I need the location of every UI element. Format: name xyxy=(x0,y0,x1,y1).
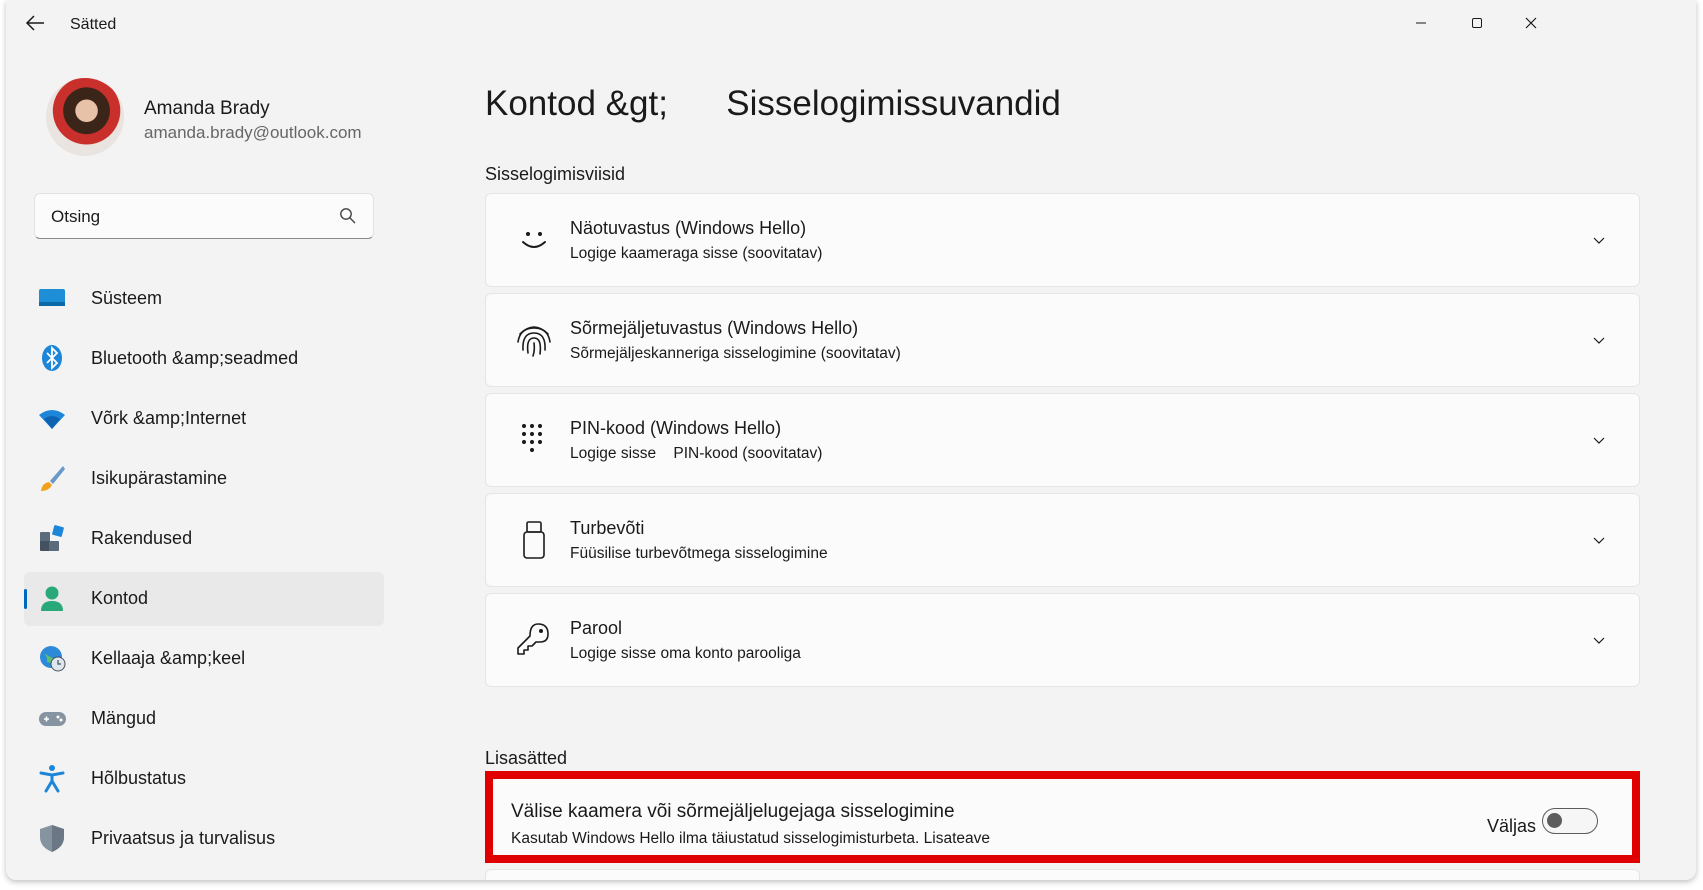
keypad-icon xyxy=(522,424,542,452)
user-name: Amanda Brady xyxy=(144,98,270,119)
method-title: Turbevõti xyxy=(570,518,645,538)
sidebar-item-label: Võrk &amp;Internet xyxy=(91,408,247,428)
method-subtitle: Füüsilise turbevõtmega sisselogimine xyxy=(570,545,828,562)
close-icon xyxy=(1525,17,1537,29)
sidebar-item-time-language[interactable]: Kellaaja &amp;keel xyxy=(24,632,384,686)
sidebar-item-personalization[interactable]: Isikupärastamine xyxy=(24,452,384,506)
search-box xyxy=(34,193,374,239)
toggle-state-label: Väljas xyxy=(1487,816,1537,836)
chevron-down-icon[interactable] xyxy=(1591,332,1607,348)
partial-setting-card xyxy=(485,869,1640,880)
title-bar: Sätted xyxy=(6,0,1696,50)
external-signin-toggle[interactable] xyxy=(1542,808,1598,834)
sidebar-item-label: Bluetooth &amp;seadmed xyxy=(91,348,299,368)
method-title: Näotuvastus (Windows Hello) xyxy=(570,218,807,238)
method-subtitle: Logige sisse PIN-kood (soovitatav) xyxy=(570,445,823,462)
minimize-button[interactable] xyxy=(1401,8,1441,40)
signin-method-security-key[interactable]: Turbevõti Füüsilise turbevõtmega sisselo… xyxy=(485,493,1640,587)
external-camera-fingerprint-setting: Välise kaamera või sõrmejäljelugejaga si… xyxy=(485,771,1640,863)
method-subtitle: Logige sisse oma konto parooliga xyxy=(570,645,801,662)
accessibility-icon xyxy=(39,765,65,793)
paintbrush-icon xyxy=(41,466,65,491)
search-icon[interactable] xyxy=(339,207,357,225)
bluetooth-icon xyxy=(42,345,62,371)
monitor-icon xyxy=(39,289,65,306)
sidebar-item-gaming[interactable]: Mängud xyxy=(24,692,384,746)
toggle-knob xyxy=(1547,813,1562,828)
section-title-additional-settings: Lisasätted xyxy=(485,748,568,768)
sidebar-nav: Süsteem Bluetooth &amp;seadmed Võrk &amp… xyxy=(24,272,384,872)
sidebar-item-label: Privaatsus ja turvalisus xyxy=(91,828,276,848)
signin-method-pin[interactable]: PIN-kood (Windows Hello) Logige sisse PI… xyxy=(485,393,1640,487)
maximize-icon xyxy=(1472,18,1482,28)
sidebar-item-accessibility[interactable]: Hõlbustatus xyxy=(24,752,384,806)
person-icon xyxy=(41,586,63,611)
sidebar-item-label: Rakendused xyxy=(91,528,193,548)
method-title: PIN-kood (Windows Hello) xyxy=(570,418,782,438)
breadcrumb-parent[interactable]: Kontod &gt; xyxy=(485,84,668,123)
sidebar-item-label: Mängud xyxy=(91,708,157,728)
usb-key-icon xyxy=(523,521,545,559)
globe-clock-icon xyxy=(40,646,66,672)
chevron-down-icon[interactable] xyxy=(1591,632,1607,648)
back-button[interactable] xyxy=(24,12,52,36)
signin-method-password[interactable]: Parool Logige sisse oma konto parooliga xyxy=(485,593,1640,687)
chevron-down-icon[interactable] xyxy=(1591,232,1607,248)
minimize-icon xyxy=(1416,22,1426,24)
face-icon xyxy=(522,232,546,248)
sidebar-item-accounts[interactable]: Kontod xyxy=(24,572,384,626)
chevron-down-icon[interactable] xyxy=(1591,432,1607,448)
method-subtitle: Logige kaameraga sisse (soovitatav) xyxy=(570,245,823,262)
search-input[interactable] xyxy=(49,204,323,230)
user-email: amanda.brady@outlook.com xyxy=(144,123,362,142)
apps-icon xyxy=(40,525,64,551)
setting-subtitle: Kasutab Windows Hello ilma täiustatud si… xyxy=(511,830,991,847)
arrow-left-icon xyxy=(25,15,44,31)
shield-icon xyxy=(40,825,64,852)
gamepad-icon xyxy=(39,712,66,726)
setting-title: Välise kaamera või sõrmejäljelugejaga si… xyxy=(511,801,955,822)
chevron-down-icon[interactable] xyxy=(1591,532,1607,548)
method-title: Parool xyxy=(570,618,623,638)
section-title-signin-methods: Sisselogimisviisid xyxy=(485,164,626,184)
maximize-button[interactable] xyxy=(1457,8,1497,40)
sidebar-item-label: Kellaaja &amp;keel xyxy=(91,648,246,668)
key-icon xyxy=(517,623,549,655)
sidebar-item-network[interactable]: Võrk &amp;Internet xyxy=(24,392,384,446)
settings-window: Sätted Amanda Brady amanda.brady@outlook… xyxy=(6,0,1696,880)
sidebar-item-apps[interactable]: Rakendused xyxy=(24,512,384,566)
sidebar-item-system[interactable]: Süsteem xyxy=(24,272,384,326)
sidebar-item-privacy-security[interactable]: Privaatsus ja turvalisus xyxy=(24,812,384,866)
method-title: Sõrmejäljetuvastus (Windows Hello) xyxy=(570,318,859,338)
sidebar-item-bluetooth[interactable]: Bluetooth &amp;seadmed xyxy=(24,332,384,386)
app-title: Sätted xyxy=(70,16,117,33)
sidebar-item-label: Süsteem xyxy=(91,288,163,308)
breadcrumb-current: Sisselogimissuvandid xyxy=(726,84,1061,123)
close-button[interactable] xyxy=(1511,8,1551,40)
fingerprint-icon xyxy=(517,326,551,357)
page-title: Kontod &gt; Sisselogimissuvandid xyxy=(485,84,1061,124)
sidebar-item-label: Isikupärastamine xyxy=(91,468,228,488)
signin-method-face[interactable]: Näotuvastus (Windows Hello) Logige kaame… xyxy=(485,193,1640,287)
sidebar-item-label: Kontod xyxy=(91,588,149,608)
wifi-icon xyxy=(39,410,65,429)
sidebar-item-label: Hõlbustatus xyxy=(91,768,187,788)
active-indicator xyxy=(24,589,27,609)
avatar[interactable] xyxy=(46,78,124,156)
method-subtitle: Sõrmejäljeskanneriga sisselogimine (soov… xyxy=(570,345,901,362)
signin-method-fingerprint[interactable]: Sõrmejäljetuvastus (Windows Hello) Sõrme… xyxy=(485,293,1640,387)
